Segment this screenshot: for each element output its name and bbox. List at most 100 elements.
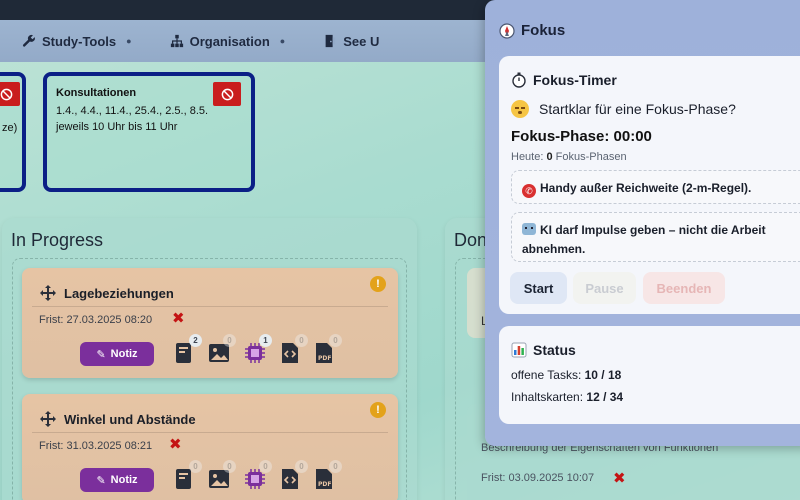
- task-deadline: Frist: 31.03.2025 08:21: [39, 440, 153, 452]
- clear-deadline-icon[interactable]: ✖: [613, 469, 626, 487]
- book-tool[interactable]: 2: [174, 334, 202, 366]
- door-exit-icon: [325, 34, 336, 48]
- count-badge: 0: [223, 460, 236, 473]
- content-cards-value: 12 / 34: [586, 390, 624, 404]
- start-button[interactable]: Start: [510, 272, 567, 304]
- focus-panel: Fokus Fokus-Timer Startklar für eine Fok…: [485, 0, 800, 446]
- pdf-tool[interactable]: PDF 0: [314, 460, 342, 492]
- content-cards-line: Inhaltskarten: 12 / 34: [511, 390, 623, 404]
- svg-text:PDF: PDF: [318, 355, 331, 362]
- open-tasks-label: offene Tasks:: [511, 368, 582, 382]
- info-card-text: ze): [2, 122, 18, 134]
- timer-header: Fokus-Timer: [511, 72, 617, 88]
- task-title: Winkel und Abstände: [64, 412, 196, 427]
- note-button[interactable]: ✎ Notiz: [80, 468, 154, 492]
- count-badge: 0: [329, 460, 342, 473]
- note-button[interactable]: ✎ Notiz: [80, 342, 154, 366]
- consultation-dates: 1.4., 4.4., 11.4., 25.4., 2.5., 8.5.: [56, 105, 209, 117]
- pencil-icon: ✎: [96, 474, 106, 487]
- count-badge: 0: [295, 334, 308, 347]
- focus-panel-title: Fokus: [521, 22, 566, 39]
- divider: [32, 306, 388, 307]
- tip-phone: ✆ Handy außer Reichweite (2-m-Regel).: [511, 170, 800, 204]
- column-title: In Progress: [11, 230, 104, 250]
- today-count-value: 0: [546, 151, 553, 163]
- timer-title: Fokus-Timer: [533, 72, 617, 88]
- consultation-time: jeweils 10 Uhr bis 11 Uhr: [56, 121, 178, 133]
- pencil-icon: ✎: [96, 348, 106, 361]
- tip-phone-text: Handy außer Reichweite (2-m-Regel).: [540, 181, 752, 195]
- count-badge: 1: [259, 334, 272, 347]
- warning-icon[interactable]: !: [370, 276, 386, 292]
- bar-chart-icon: [511, 342, 527, 358]
- task-card[interactable]: Winkel und Abstände ! Frist: 31.03.2025 …: [22, 394, 398, 500]
- ban-icon: [221, 88, 233, 100]
- nav-organisation[interactable]: Organisation ●: [170, 33, 286, 49]
- column-title: Don: [454, 230, 488, 250]
- move-icon[interactable]: [40, 285, 56, 301]
- no-phone-icon: ✆: [522, 184, 536, 198]
- today-prefix: Heute:: [511, 151, 544, 163]
- count-badge: 0: [295, 460, 308, 473]
- sleepy-face-icon: [511, 100, 529, 118]
- code-tool[interactable]: 0: [280, 460, 308, 492]
- pdf-tool[interactable]: PDF 0: [314, 334, 342, 366]
- note-button-label: Notiz: [110, 474, 138, 486]
- today-count: Heute: 0 Fokus-Phasen: [511, 151, 627, 163]
- chip-tool[interactable]: 1: [244, 334, 272, 366]
- task-title: Lagebeziehungen: [64, 286, 174, 301]
- move-icon[interactable]: [40, 411, 56, 427]
- tip-ai-text: KI darf Impulse geben – nicht die Arbeit…: [522, 223, 766, 256]
- count-badge: 0: [223, 334, 236, 347]
- today-suffix: Fokus-Phasen: [555, 151, 627, 163]
- robot-icon: [522, 223, 536, 235]
- stopwatch-icon: [512, 72, 526, 88]
- nav-organisation-label: Organisation: [189, 33, 270, 49]
- image-tool[interactable]: 0: [208, 334, 236, 366]
- ready-prompt: Startklar für eine Fokus-Phase?: [511, 100, 736, 118]
- ban-icon: [0, 88, 12, 100]
- note-button-label: Notiz: [110, 348, 138, 360]
- count-badge: 2: [189, 334, 202, 347]
- count-badge: 0: [259, 460, 272, 473]
- blocked-badge[interactable]: [0, 82, 20, 106]
- chip-tool[interactable]: 0: [244, 460, 272, 492]
- wrench-icon: [22, 34, 35, 47]
- status-card: Status offene Tasks: 10 / 18 Inhaltskart…: [499, 326, 800, 424]
- phase-timer: Fokus-Phase: 00:00: [511, 128, 652, 145]
- info-card-partial[interactable]: ze): [0, 72, 26, 192]
- ready-text: Startklar für eine Fokus-Phase?: [539, 101, 736, 117]
- image-tool[interactable]: 0: [208, 460, 236, 492]
- warning-icon[interactable]: !: [370, 402, 386, 418]
- content-cards-label: Inhaltskarten:: [511, 390, 584, 404]
- status-title: Status: [533, 342, 576, 358]
- open-tasks-line: offene Tasks: 10 / 18: [511, 368, 621, 382]
- blocked-badge[interactable]: [213, 82, 241, 106]
- count-badge: 0: [329, 334, 342, 347]
- book-tool[interactable]: 0: [174, 460, 202, 492]
- open-tasks-value: 10 / 18: [584, 368, 622, 382]
- compass-icon: [499, 22, 515, 39]
- dropdown-dot-icon: ●: [279, 36, 286, 46]
- pause-button[interactable]: Pause: [573, 272, 636, 304]
- consultation-title: Konsultationen: [56, 87, 137, 99]
- focus-timer-card: Fokus-Timer Startklar für eine Fokus-Pha…: [499, 56, 800, 314]
- status-header: Status: [511, 342, 576, 358]
- divider: [32, 432, 388, 433]
- sitemap-icon: [170, 34, 183, 48]
- tip-ai: KI darf Impulse geben – nicht die Arbeit…: [511, 212, 800, 262]
- code-tool[interactable]: 0: [280, 334, 308, 366]
- nav-see-u[interactable]: See U: [323, 34, 379, 49]
- svg-text:PDF: PDF: [318, 481, 331, 488]
- task-card[interactable]: Lagebeziehungen ! Frist: 27.03.2025 08:2…: [22, 268, 398, 378]
- count-badge: 0: [189, 460, 202, 473]
- end-button[interactable]: Beenden: [643, 272, 725, 304]
- task-deadline: Frist: 27.03.2025 08:20: [39, 314, 153, 326]
- consultation-card[interactable]: Konsultationen 1.4., 4.4., 11.4., 25.4.,…: [43, 72, 255, 192]
- clear-deadline-icon[interactable]: ✖: [169, 435, 182, 453]
- dropdown-dot-icon: ●: [126, 36, 132, 46]
- nav-see-u-label: See U: [343, 33, 380, 49]
- nav-study-tools[interactable]: Study-Tools ●: [22, 34, 132, 49]
- clear-deadline-icon[interactable]: ✖: [172, 309, 185, 327]
- task-deadline: Frist: 03.09.2025 10:07: [481, 472, 595, 484]
